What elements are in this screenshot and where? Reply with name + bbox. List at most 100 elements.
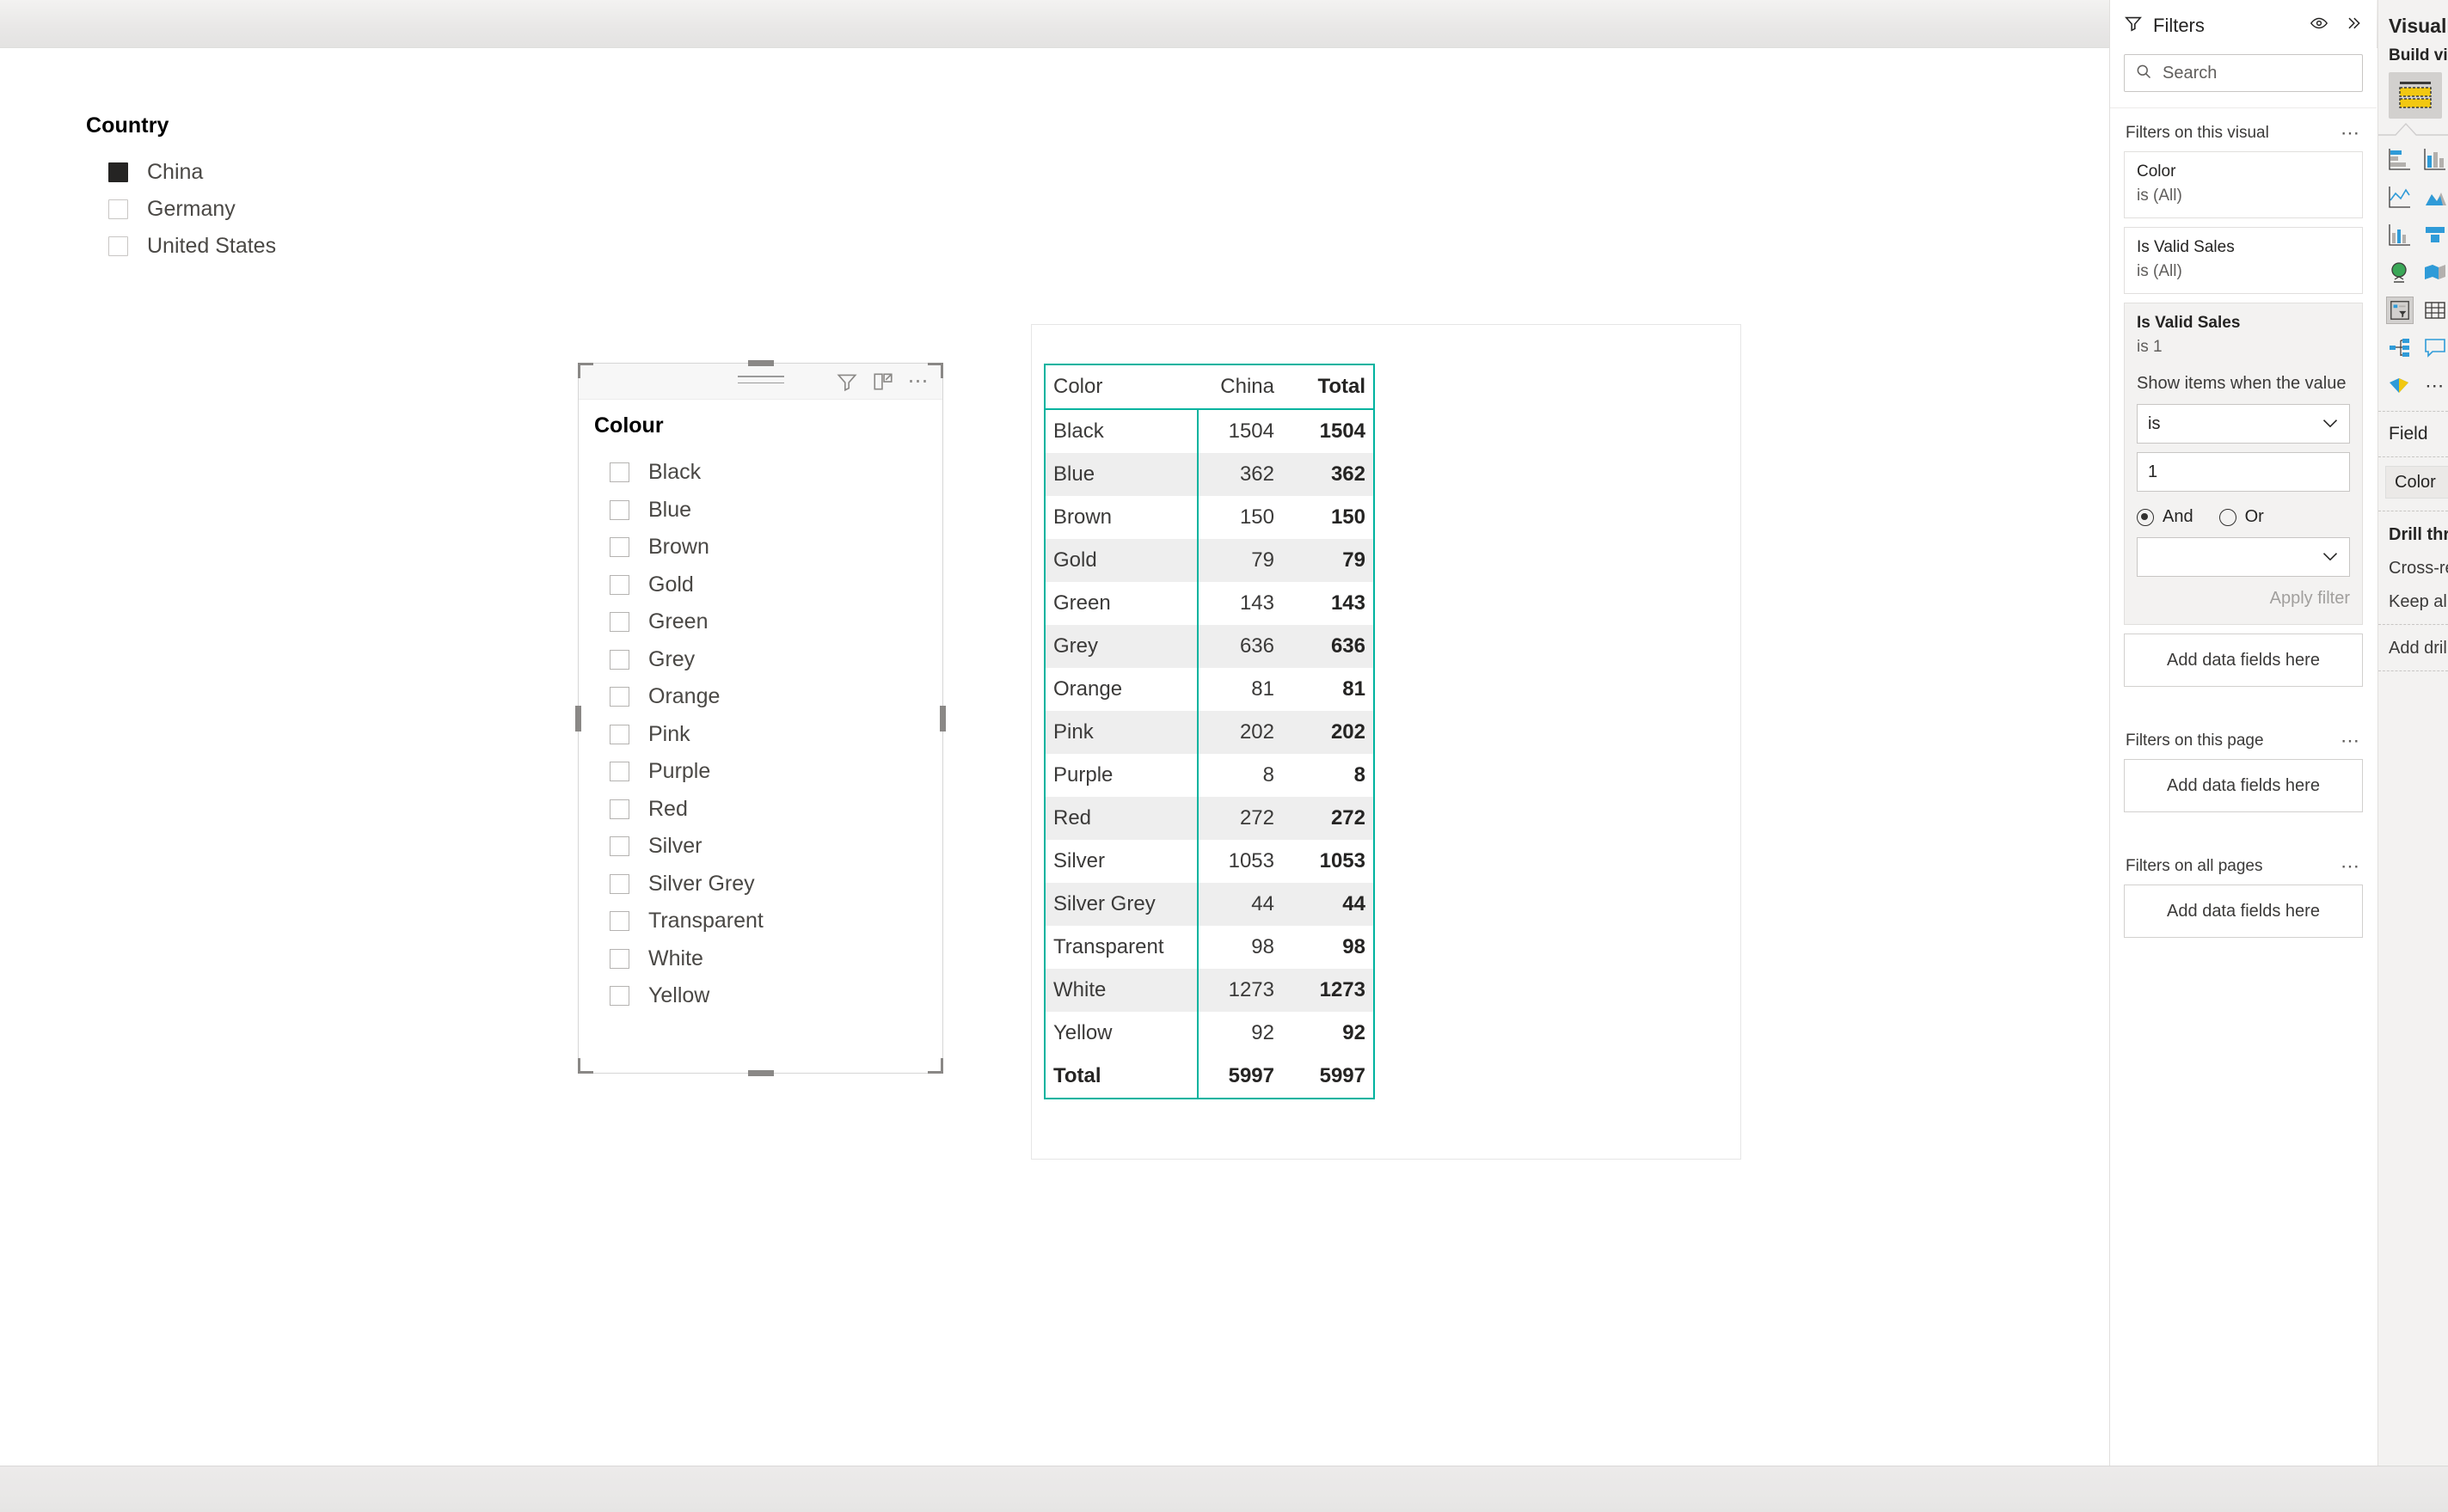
eye-icon[interactable] [2310,15,2328,35]
colour-slicer-item-blue[interactable]: Blue [610,492,942,530]
stacked-column-chart-icon[interactable] [2423,146,2448,172]
search-input[interactable]: Search [2124,54,2363,92]
colour-slicer-item-gold[interactable]: Gold [610,566,942,604]
checkbox-icon[interactable] [610,724,629,744]
table-row[interactable]: Red 272 272 [1044,797,1375,840]
table-row[interactable]: Silver Grey 44 44 [1044,883,1375,926]
more-options-icon[interactable]: ⋯ [2341,124,2361,143]
ribbon-chart-icon[interactable] [2423,222,2448,248]
filters-visual-dropzone[interactable]: Add data fields here [2124,634,2363,687]
globe-map-icon[interactable] [2387,260,2413,285]
colour-slicer-item-grey[interactable]: Grey [610,641,942,679]
country-slicer-item-china[interactable]: China [108,154,396,191]
radio-and[interactable] [2137,508,2154,526]
stacked-bar-chart-icon[interactable] [2387,146,2413,172]
country-slicer-item-united-states[interactable]: United States [108,228,396,265]
field-chip-color[interactable]: Color [2385,466,2448,499]
colour-slicer-list[interactable]: Black Blue Brown Gold Green Grey Orange … [579,454,942,1015]
colour-slicer-header-icons[interactable]: ⋯ [836,370,931,393]
filter-value-input[interactable]: 1 [2137,452,2350,492]
filter-icon[interactable] [836,370,858,393]
matrix-total-row[interactable]: Total 5997 5997 [1044,1055,1375,1099]
country-slicer-visual[interactable]: Country China Germany United States [86,113,396,265]
checkbox-icon[interactable] [610,574,629,595]
matrix-icon[interactable] [2389,72,2442,119]
colour-slicer-item-orange[interactable]: Orange [610,678,942,716]
checkbox-icon[interactable] [610,762,629,782]
chevron-down-icon[interactable] [2322,548,2339,567]
combo-chart-icon[interactable] [2387,222,2413,248]
apply-filter-button[interactable]: Apply filter [2137,589,2350,609]
double-chevron-right-icon[interactable] [2344,15,2363,36]
radio-or[interactable] [2218,508,2236,526]
filter-logic-radio-group[interactable]: And Or [2137,507,2350,527]
colour-slicer-item-black[interactable]: Black [610,454,942,492]
checkbox-icon[interactable] [610,687,629,707]
more-visuals-icon[interactable]: ⋯ [2423,373,2448,399]
area-chart-icon[interactable] [2423,184,2448,210]
table-row[interactable]: Yellow 92 92 [1044,1012,1375,1055]
checkbox-icon[interactable] [610,462,629,483]
table-row[interactable]: Pink 202 202 [1044,711,1375,754]
filters-pane[interactable]: Filters Search Filters on this visual ⋯ … [2109,0,2377,1512]
checkbox-icon[interactable] [108,236,128,256]
filter-card-is-valid-sales-expanded[interactable]: Is Valid Sales is 1 Show items when the … [2124,303,2363,625]
checkbox-icon[interactable] [610,649,629,670]
colour-slicer-item-yellow[interactable]: Yellow [610,977,942,1015]
checkbox-icon[interactable] [610,499,629,520]
colour-slicer-item-green[interactable]: Green [610,603,942,641]
resize-handle-top-left[interactable] [578,363,593,378]
colour-slicer-item-brown[interactable]: Brown [610,529,942,566]
checkbox-icon[interactable] [108,199,128,219]
table-row[interactable]: Transparent 98 98 [1044,926,1375,969]
checkbox-icon[interactable] [610,986,629,1007]
checkbox-icon[interactable] [610,836,629,857]
colour-slicer-item-white[interactable]: White [610,940,942,978]
table-row[interactable]: Grey 636 636 [1044,625,1375,668]
checkbox-icon[interactable] [610,911,629,932]
matrix-table[interactable]: Color China Total Black 1504 1504 Blue 3… [1044,364,1375,1099]
country-slicer-item-germany[interactable]: Germany [108,191,396,228]
table-row[interactable]: Silver 1053 1053 [1044,840,1375,883]
colour-slicer-item-silver[interactable]: Silver [610,828,942,866]
checkbox-icon[interactable] [610,537,629,558]
more-options-icon[interactable]: ⋯ [2341,857,2361,876]
resize-handle-bottom-right[interactable] [928,1058,943,1074]
line-chart-icon[interactable] [2387,184,2413,210]
checkbox-icon[interactable] [610,873,629,894]
add-drill-through-dropzone[interactable]: Add drill- [2378,625,2448,658]
table-row[interactable]: Black 1504 1504 [1044,409,1375,453]
kpi-icon[interactable] [2387,373,2413,399]
table-row[interactable]: Green 143 143 [1044,582,1375,625]
matrix-body[interactable]: Black 1504 1504 Blue 362 362 Brown 150 1… [1044,409,1375,1099]
matrix-column-header-china[interactable]: China [1198,364,1282,410]
colour-slicer-visual[interactable]: ⋯ Colour Black Blue Brown Gold Green Gre… [575,360,946,1076]
visualization-type-gallery[interactable]: ⋯ [2378,136,2448,399]
filter-second-operator-select[interactable] [2137,537,2350,577]
table-row[interactable]: Brown 150 150 [1044,496,1375,539]
colour-slicer-item-transparent[interactable]: Transparent [610,903,942,940]
colour-slicer-item-red[interactable]: Red [610,791,942,829]
checkbox-icon[interactable] [610,799,629,819]
report-canvas[interactable]: Country China Germany United States ⋯ Co… [0,49,2108,1466]
cross-report-label[interactable]: Cross-rep [2378,545,2448,578]
matrix-column-header-total[interactable]: Total [1282,364,1375,410]
slicer-icon[interactable] [2386,297,2414,324]
filter-card-is-valid-sales-all[interactable]: Is Valid Sales is (All) [2124,227,2363,294]
filter-operator-select[interactable]: is [2137,404,2350,444]
resize-handle-top-right[interactable] [928,363,943,378]
table-row[interactable]: White 1273 1273 [1044,969,1375,1012]
table-row[interactable]: Blue 362 362 [1044,453,1375,496]
filter-card-color[interactable]: Color is (All) [2124,151,2363,218]
card-icon[interactable] [2423,335,2448,361]
colour-slicer-item-purple[interactable]: Purple [610,753,942,791]
list-icon[interactable] [737,376,784,389]
resize-handle-left[interactable] [575,705,581,732]
filled-map-icon[interactable] [2423,260,2448,285]
colour-slicer-item-silver-grey[interactable]: Silver Grey [610,866,942,903]
checkbox-checked-icon[interactable] [108,162,128,182]
resize-handle-top[interactable] [747,360,774,366]
more-options-icon[interactable]: ⋯ [2341,732,2361,750]
resize-handle-right[interactable] [940,705,946,732]
country-slicer-list[interactable]: China Germany United States [86,154,396,265]
